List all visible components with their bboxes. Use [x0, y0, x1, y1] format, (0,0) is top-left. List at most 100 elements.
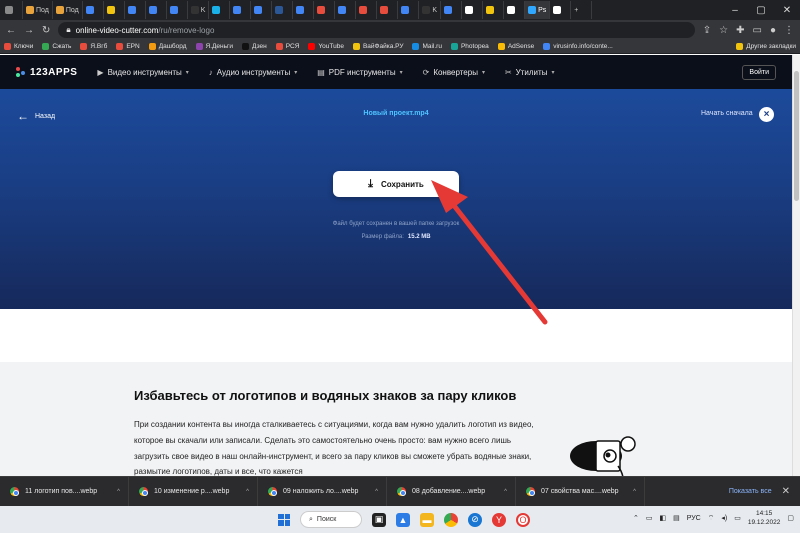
browser-tab[interactable]: Под — [23, 1, 53, 19]
battery-icon[interactable]: ▭ — [734, 514, 741, 522]
browser-tab[interactable] — [356, 1, 378, 19]
browser-tab[interactable] — [167, 1, 188, 19]
project-name[interactable]: Новый проект.mp4 — [0, 110, 792, 117]
maximize-icon[interactable]: ▢ — [748, 5, 774, 16]
reload-icon[interactable]: ↻ — [42, 25, 50, 36]
browser-tab[interactable] — [2, 1, 23, 19]
windows-start-icon[interactable] — [278, 513, 290, 526]
browser-tab[interactable]: K — [188, 1, 210, 19]
forward-arrow-icon[interactable]: → — [24, 25, 34, 36]
browser-tab[interactable] — [441, 1, 463, 19]
profile-icon[interactable]: ● — [770, 25, 776, 36]
nav-converter[interactable]: ⟳ Конвертеры ▾ — [423, 68, 485, 77]
browser-tab[interactable] — [230, 1, 252, 19]
bookmark-item[interactable]: virusinfo.info/conte... — [543, 43, 613, 50]
browser-tab[interactable] — [146, 1, 167, 19]
browser-tab[interactable] — [398, 1, 420, 19]
wifi-icon[interactable]: ⌔ — [708, 514, 715, 523]
browser-tab[interactable] — [251, 1, 273, 19]
browser-tab[interactable] — [83, 1, 104, 19]
chrome-icon[interactable] — [444, 512, 458, 527]
brand-logo[interactable]: 123APPS — [16, 67, 77, 78]
chevron-up-icon[interactable]: ^ — [375, 489, 378, 495]
browser-tab[interactable] — [314, 1, 336, 19]
notifications-icon[interactable]: ▢ — [787, 514, 794, 522]
bookmark-item[interactable]: РСЯ — [275, 43, 299, 50]
bookmark-item[interactable]: Я.Вгб — [80, 43, 107, 50]
tray-app-icon[interactable]: ▤ — [673, 514, 680, 522]
star-icon[interactable]: ☆ — [719, 25, 728, 36]
browser-tab[interactable] — [377, 1, 399, 19]
login-button[interactable]: Войти — [742, 64, 776, 80]
browser-tab[interactable]: K — [419, 1, 442, 19]
restart-link[interactable]: Начать сначала — [701, 110, 753, 117]
browser-tab[interactable] — [483, 1, 505, 19]
bookmark-item[interactable]: Mail.ru — [412, 43, 442, 50]
task-view-icon[interactable]: ▣ — [372, 512, 386, 527]
browser-tab[interactable] — [550, 1, 572, 19]
bookmark-item[interactable]: EPN — [116, 43, 140, 50]
share-icon[interactable]: ⇪ — [703, 25, 711, 36]
scrollbar-thumb[interactable] — [794, 71, 799, 201]
bookmark-item[interactable]: AdSense — [497, 43, 534, 50]
nav-pdf[interactable]: ▤ PDF инструменты ▾ — [317, 68, 402, 77]
photos-icon[interactable]: ▲ — [396, 512, 410, 527]
download-item[interactable]: 08 добавление....webp ^ — [387, 476, 516, 507]
browser-tab[interactable] — [293, 1, 315, 19]
screen-icon[interactable]: ▭ — [646, 514, 653, 522]
close-window-icon[interactable]: ✕ — [774, 5, 800, 16]
download-item[interactable]: 09 наложить ло....webp ^ — [258, 476, 387, 507]
download-item[interactable]: 07 свойства мас....webp ^ — [516, 476, 645, 507]
taskbar-search[interactable]: ⌕ Поиск — [300, 511, 362, 528]
chevron-up-icon[interactable]: ⌃ — [633, 514, 639, 522]
blocked-app-icon[interactable]: ⊘ — [468, 512, 482, 527]
opera-icon[interactable]: O — [516, 512, 530, 527]
sidebar-icon[interactable]: ▭ — [753, 25, 762, 36]
bookmark-item[interactable]: Дашборд — [148, 43, 187, 50]
browser-tab[interactable]: Под — [53, 1, 83, 19]
save-button[interactable]: ⤓ Сохранить — [333, 171, 459, 197]
volume-icon[interactable]: ◂) — [721, 514, 727, 522]
other-bookmarks[interactable]: Другие закладки — [736, 43, 796, 50]
clock[interactable]: 14:15 19.12.2022 — [748, 509, 781, 527]
extensions-icon[interactable]: ✚ — [736, 25, 744, 36]
browser-tab[interactable] — [462, 1, 484, 19]
show-all-downloads[interactable]: Показать все — [729, 488, 772, 495]
language-indicator[interactable]: РУС — [687, 515, 701, 522]
browser-tab[interactable] — [504, 1, 526, 19]
browser-tab[interactable] — [125, 1, 146, 19]
nav-tools[interactable]: ✂ Утилиты ▾ — [505, 68, 554, 77]
bookmark-item[interactable]: YouTube — [308, 43, 344, 50]
back-arrow-icon[interactable]: ← — [6, 25, 16, 36]
bookmark-item[interactable]: Photopea — [450, 43, 489, 50]
nav-video[interactable]: ▶ Видео инструменты ▾ — [97, 68, 188, 77]
browser-tab[interactable] — [104, 1, 125, 19]
nav-audio[interactable]: ♪ Аудио инструменты ▾ — [209, 68, 297, 77]
bookmark-item[interactable]: Ключи — [4, 43, 33, 50]
bookmark-item[interactable]: ВайФайка.РУ — [352, 43, 403, 50]
menu-icon[interactable]: ⋮ — [784, 25, 794, 36]
download-item[interactable]: 10 изменение р....webp ^ — [129, 476, 258, 507]
chevron-up-icon[interactable]: ^ — [117, 489, 120, 495]
browser-tab[interactable]: Ps — [525, 1, 551, 19]
new-tab-icon[interactable]: + — [571, 1, 593, 19]
browser-tab[interactable] — [272, 1, 294, 19]
download-item[interactable]: 11 логотип пов....webp ^ — [0, 476, 129, 507]
bookmark-item[interactable]: Я.Деньги — [195, 43, 233, 50]
page-scrollbar[interactable] — [792, 55, 800, 476]
tray-app-icon[interactable]: ◧ — [659, 514, 666, 522]
browser-tab[interactable] — [209, 1, 231, 19]
chrome-file-icon — [397, 487, 406, 496]
bookmark-item[interactable]: Сжать — [42, 43, 71, 50]
chevron-up-icon[interactable]: ^ — [504, 489, 507, 495]
close-downloads-icon[interactable]: ✕ — [782, 486, 790, 497]
minimize-icon[interactable]: – — [722, 5, 748, 16]
close-icon[interactable]: × — [759, 107, 774, 122]
yandex-browser-icon[interactable]: Y — [492, 512, 506, 527]
url-field[interactable]: 🔒︎ online-video-cutter.com/ru/remove-log… — [58, 22, 695, 38]
chevron-up-icon[interactable]: ^ — [633, 489, 636, 495]
bookmark-item[interactable]: Дзен — [242, 43, 267, 50]
file-explorer-icon[interactable]: ▬ — [420, 512, 434, 527]
chevron-up-icon[interactable]: ^ — [246, 489, 249, 495]
browser-tab[interactable] — [335, 1, 357, 19]
